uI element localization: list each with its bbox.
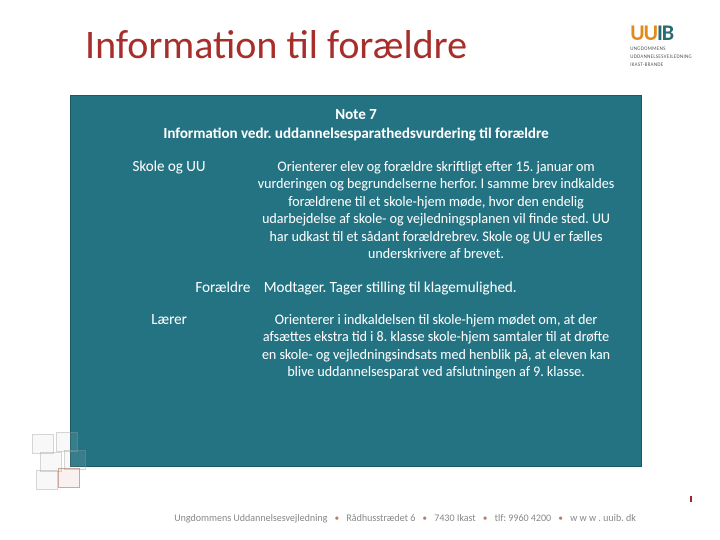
logo-uu: UU [630,19,657,46]
footer-city: 7430 Ikast [434,511,475,524]
logo-ib: IB [657,19,673,46]
footer: Ungdommens Uddannelsesvejledning • Rådhu… [0,511,720,524]
logo-sub3: IKAST-BRANDE [630,62,692,68]
content-panel: Note 7 Information vedr. uddannelsespara… [70,95,642,467]
accent-rule [690,496,692,502]
decorative-squares [30,430,100,500]
footer-org: Ungdommens Uddannelsesvejledning [174,511,327,524]
logo-wordmark: UUIB [630,22,692,44]
page-title: Information til forældre [85,20,467,69]
logo: UUIB UNGDOMMENS UDDANNELSESVEJLEDNING IK… [630,22,692,68]
footer-sep: • [558,513,562,524]
row-body-laerer: Orienterer i indkaldelsen til skole-hjem… [249,311,623,381]
row-skole-uu: Skole og UU Orienterer elev og forældre … [71,152,641,273]
logo-sub1: UNGDOMMENS [630,46,692,52]
note-header: Note 7 Information vedr. uddannelsespara… [71,96,641,152]
footer-sep: • [423,513,427,524]
row-body-foraeldre: Modtager. Tager stilling til klagemuligh… [264,279,517,297]
footer-sep: • [335,513,339,524]
footer-tlf: tlf: 9960 4200 [495,511,551,524]
footer-web: w w w . uuib. dk [570,511,636,524]
footer-sep: • [483,513,487,524]
note-number: Note 7 [101,106,611,125]
row-label-skole-uu: Skole og UU [89,158,249,263]
note-title: Information vedr. uddannelsesparathedsvu… [101,125,611,144]
row-laerer: Lærer Orienterer i indkaldelsen til skol… [71,305,641,391]
row-label-laerer: Lærer [89,311,249,381]
footer-addr: Rådhusstrædet 6 [346,511,415,524]
row-label-foraeldre: Forældre [195,279,250,297]
row-body-skole-uu: Orienterer elev og forældre skriftligt e… [249,158,623,263]
logo-sub2: UDDANNELSESVEJLEDNING [630,54,692,60]
row-foraeldre: Forældre Modtager. Tager stilling til kl… [71,273,641,305]
